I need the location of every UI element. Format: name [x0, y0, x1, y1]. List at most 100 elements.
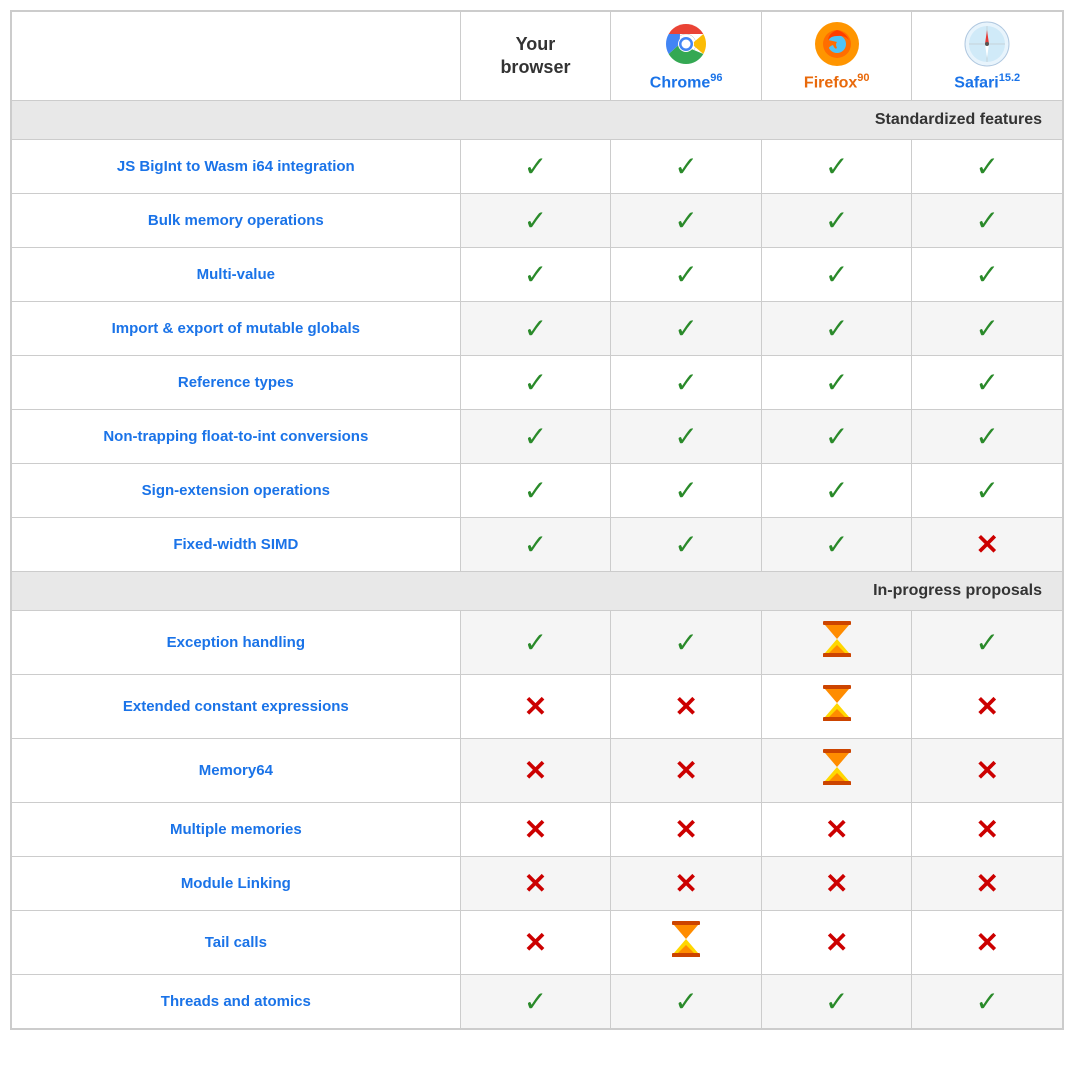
check-icon: ✓ — [976, 474, 999, 507]
check-icon: ✓ — [825, 150, 848, 183]
table-row: Extended constant expressions ✕ ✕ ✕ — [12, 675, 1063, 739]
check-icon: ✓ — [825, 204, 848, 237]
safari-cell: ✕ — [912, 803, 1063, 857]
feature-name: Sign-extension operations — [12, 464, 461, 518]
chrome-cell: ✓ — [611, 194, 762, 248]
firefox-cell: ✓ — [761, 410, 911, 464]
feature-name: Reference types — [12, 356, 461, 410]
table-row: Exception handling ✓ ✓ ✓ — [12, 611, 1063, 675]
table-row: Tail calls ✕ ✕ ✕ — [12, 911, 1063, 975]
cross-icon: ✕ — [976, 813, 999, 846]
firefox-label: Firefox90 — [766, 72, 907, 92]
safari-cell: ✕ — [912, 857, 1063, 911]
your-browser-label: Your browser — [500, 34, 570, 77]
chrome-cell: ✓ — [611, 248, 762, 302]
firefox-cell: ✓ — [761, 518, 911, 572]
compatibility-table: Your browser — [11, 11, 1063, 1029]
check-icon: ✓ — [976, 626, 999, 659]
your-browser-cell: ✓ — [460, 248, 611, 302]
feature-name: Multi-value — [12, 248, 461, 302]
table-row: Sign-extension operations ✓ ✓ ✓ ✓ — [12, 464, 1063, 518]
safari-cell: ✓ — [912, 975, 1063, 1029]
table-row: Non-trapping float-to-int conversions ✓ … — [12, 410, 1063, 464]
cross-icon: ✕ — [524, 813, 547, 846]
cross-icon: ✕ — [674, 690, 697, 723]
chrome-name: Chrome — [650, 74, 710, 91]
safari-cell: ✕ — [912, 518, 1063, 572]
check-icon: ✓ — [524, 366, 547, 399]
compatibility-table-wrapper: Your browser — [10, 10, 1064, 1030]
cross-icon: ✕ — [976, 528, 999, 561]
your-browser-cell: ✓ — [460, 302, 611, 356]
check-icon: ✓ — [674, 626, 697, 659]
safari-cell: ✕ — [912, 739, 1063, 803]
safari-cell: ✓ — [912, 194, 1063, 248]
cross-icon: ✕ — [524, 926, 547, 959]
firefox-icon — [813, 20, 861, 68]
check-icon: ✓ — [524, 204, 547, 237]
firefox-cell — [761, 611, 911, 675]
check-icon: ✓ — [524, 474, 547, 507]
check-icon: ✓ — [825, 312, 848, 345]
table-row: Multiple memories ✕ ✕ ✕ ✕ — [12, 803, 1063, 857]
check-icon: ✓ — [825, 258, 848, 291]
cross-icon: ✕ — [976, 867, 999, 900]
cross-icon: ✕ — [524, 690, 547, 723]
cross-icon: ✕ — [825, 867, 848, 900]
your-browser-cell: ✓ — [460, 975, 611, 1029]
check-icon: ✓ — [524, 985, 547, 1018]
firefox-cell: ✕ — [761, 803, 911, 857]
your-browser-cell: ✕ — [460, 675, 611, 739]
feature-name: Module Linking — [12, 857, 461, 911]
check-icon: ✓ — [674, 150, 697, 183]
your-browser-cell: ✕ — [460, 857, 611, 911]
table-row: Threads and atomics ✓ ✓ ✓ ✓ — [12, 975, 1063, 1029]
cross-icon: ✕ — [976, 926, 999, 959]
firefox-cell — [761, 739, 911, 803]
table-row: Memory64 ✕ ✕ ✕ — [12, 739, 1063, 803]
table-row: JS BigInt to Wasm i64 integration ✓ ✓ ✓ … — [12, 140, 1063, 194]
chrome-cell: ✓ — [611, 518, 762, 572]
feature-header — [12, 12, 461, 101]
your-browser-cell: ✕ — [460, 911, 611, 975]
check-icon: ✓ — [524, 626, 547, 659]
hourglass-icon — [821, 621, 853, 664]
safari-cell: ✕ — [912, 675, 1063, 739]
safari-cell: ✕ — [912, 911, 1063, 975]
check-icon: ✓ — [674, 985, 697, 1018]
safari-cell: ✓ — [912, 464, 1063, 518]
check-icon: ✓ — [674, 204, 697, 237]
cross-icon: ✕ — [524, 867, 547, 900]
cross-icon: ✕ — [825, 926, 848, 959]
firefox-cell: ✓ — [761, 140, 911, 194]
table-row: Reference types ✓ ✓ ✓ ✓ — [12, 356, 1063, 410]
chrome-cell: ✓ — [611, 464, 762, 518]
table-row: Bulk memory operations ✓ ✓ ✓ ✓ — [12, 194, 1063, 248]
feature-name: Multiple memories — [12, 803, 461, 857]
check-icon: ✓ — [524, 312, 547, 345]
cross-icon: ✕ — [976, 754, 999, 787]
firefox-cell: ✓ — [761, 464, 911, 518]
chrome-cell: ✓ — [611, 611, 762, 675]
chrome-cell: ✓ — [611, 356, 762, 410]
chrome-version: 96 — [710, 72, 722, 84]
feature-name: Fixed-width SIMD — [12, 518, 461, 572]
firefox-cell: ✕ — [761, 911, 911, 975]
hourglass-icon — [821, 685, 853, 728]
hourglass-icon — [821, 749, 853, 792]
check-icon: ✓ — [674, 366, 697, 399]
check-icon: ✓ — [825, 474, 848, 507]
cross-icon: ✕ — [976, 690, 999, 723]
feature-name: Import & export of mutable globals — [12, 302, 461, 356]
chrome-icon — [662, 20, 710, 68]
feature-name: Extended constant expressions — [12, 675, 461, 739]
safari-name: Safari — [954, 74, 998, 91]
header-row: Your browser — [12, 12, 1063, 101]
section-header-1: In-progress proposals — [12, 572, 1063, 611]
check-icon: ✓ — [524, 528, 547, 561]
firefox-cell — [761, 675, 911, 739]
safari-cell: ✓ — [912, 140, 1063, 194]
table-row: Module Linking ✕ ✕ ✕ ✕ — [12, 857, 1063, 911]
your-browser-cell: ✓ — [460, 410, 611, 464]
chrome-cell: ✕ — [611, 803, 762, 857]
